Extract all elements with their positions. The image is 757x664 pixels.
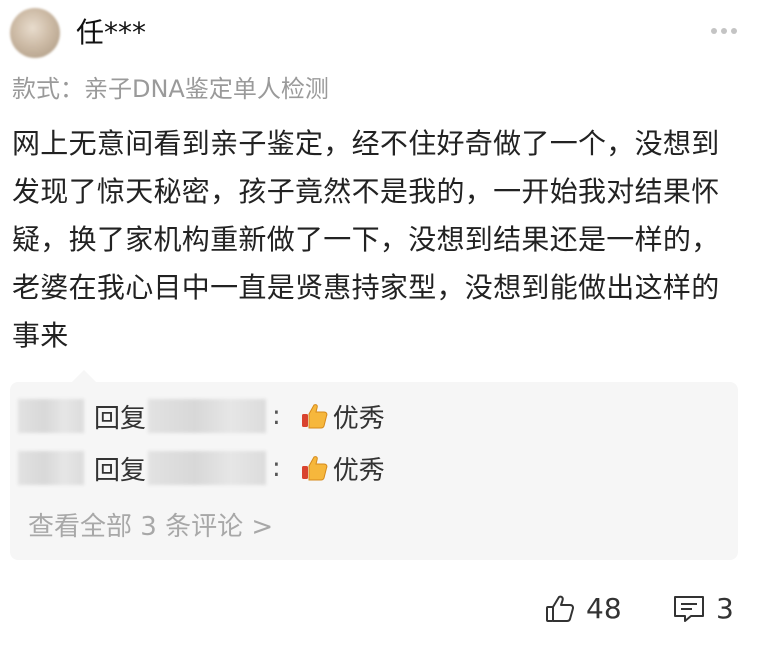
reply-label: 回复 bbox=[94, 455, 147, 486]
blurred-username bbox=[18, 399, 84, 433]
like-count: 48 bbox=[586, 592, 622, 625]
reply-colon: : bbox=[272, 453, 281, 483]
blurred-username bbox=[18, 451, 84, 485]
reply-colon: : bbox=[272, 401, 281, 431]
thumbs-up-emoji-icon bbox=[301, 404, 328, 429]
comment-icon bbox=[674, 595, 704, 622]
reply-row[interactable]: 回复 : 优秀 bbox=[10, 394, 385, 438]
thumbs-up-outline-icon bbox=[546, 595, 575, 622]
product-variant: 款式：亲子DNA鉴定单人检测 bbox=[12, 75, 329, 103]
username[interactable]: 任*** bbox=[76, 14, 146, 52]
comment-count: 3 bbox=[716, 592, 734, 625]
reply-label: 回复 bbox=[94, 403, 147, 434]
thumbs-up-emoji-icon bbox=[301, 456, 328, 481]
blurred-target-username bbox=[148, 451, 267, 485]
reply-text: 优秀 bbox=[332, 403, 385, 434]
review-text: 网上无意间看到亲子鉴定，经不住好奇做了一个，没想到发现了惊天秘密，孩子竟然不是我… bbox=[12, 127, 720, 352]
more-options-icon[interactable] bbox=[711, 28, 737, 34]
reply-row[interactable]: 回复 : 优秀 bbox=[10, 446, 385, 490]
view-all-comments-link[interactable]: 查看全部 3 条评论 > bbox=[28, 506, 273, 543]
avatar[interactable] bbox=[10, 8, 60, 58]
like-button[interactable]: 48 bbox=[544, 592, 622, 625]
reply-text: 优秀 bbox=[332, 455, 385, 486]
comment-button[interactable]: 3 bbox=[672, 592, 734, 625]
blurred-target-username bbox=[148, 399, 267, 433]
reply-section: 回复 : 优秀 回复 : 优秀 查看全部 3 条评论 > bbox=[10, 370, 738, 560]
